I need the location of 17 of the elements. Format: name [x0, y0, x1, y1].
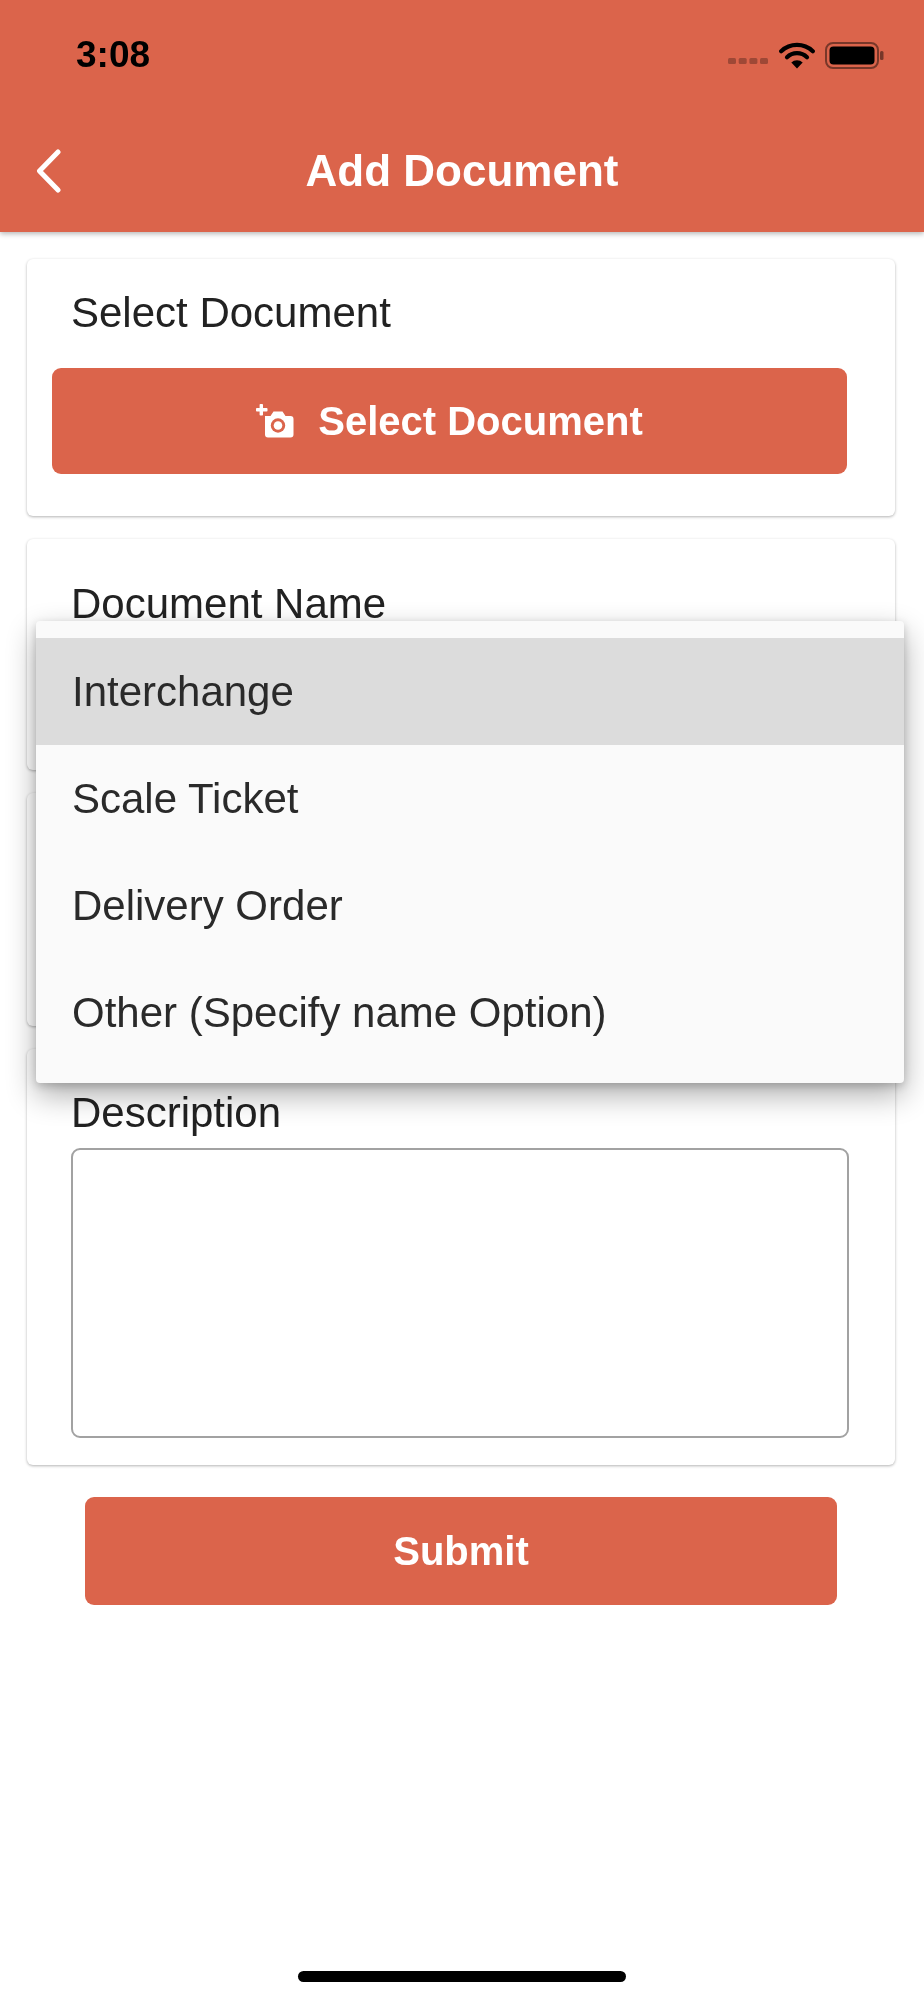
camera-plus-icon	[256, 404, 295, 438]
status-time: 3:08	[76, 35, 151, 75]
wifi-icon	[779, 41, 815, 69]
menu-option[interactable]: Other (Specify name Option)	[36, 959, 904, 1066]
field-label: Document Name	[71, 580, 387, 628]
menu-option[interactable]: Interchange	[36, 638, 904, 745]
description-field[interactable]	[71, 1148, 849, 1438]
page-title: Add Document	[305, 145, 619, 197]
submit-button[interactable]: Submit	[85, 1497, 837, 1605]
select-document-button[interactable]: Select Document	[52, 368, 847, 474]
signal-icon	[728, 58, 768, 64]
field-label: Description	[71, 1089, 282, 1137]
field-label: Select Document	[71, 289, 391, 337]
battery-icon	[825, 41, 884, 69]
menu-option[interactable]: Delivery Order	[36, 852, 904, 959]
menu-option[interactable]: Scale Ticket	[36, 745, 904, 852]
chevron-left-icon[interactable]	[35, 149, 62, 193]
